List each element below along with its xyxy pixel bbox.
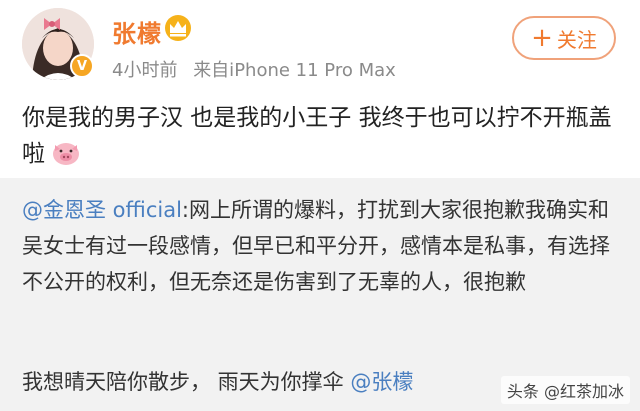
verified-badge: V (70, 54, 94, 78)
follow-button[interactable]: + 关注 (512, 16, 616, 60)
repost-reply: 我想晴天陪你散步， 雨天为你撑伞 @张檬 (22, 366, 413, 396)
pig-emoji-icon (53, 143, 79, 165)
repost-author-mention[interactable]: @金恩圣 official (22, 198, 182, 222)
post-source: 来自iPhone 11 Pro Max (193, 60, 396, 81)
post-text: 你是我的男子汉 也是我的小王子 我终于也可以拧不开瓶盖啦 (22, 105, 612, 167)
reply-text: 我想晴天陪你散步， 雨天为你撑伞 (22, 370, 351, 394)
reply-mention[interactable]: @张檬 (350, 370, 413, 394)
post-time: 4小时前 (112, 60, 178, 81)
follow-label: 关注 (556, 27, 597, 52)
watermark: 头条 @红茶加冰 (500, 376, 630, 404)
post-header: V 张檬 4小时前 来自iPhone 11 Pro Max + 关注 (0, 0, 640, 92)
repost-text-block: @金恩圣 official:网上所谓的爆料，打扰到大家很抱歉我确实和吴女士有过一… (22, 192, 620, 300)
username[interactable]: 张檬 (112, 14, 162, 49)
post-body: 你是我的男子汉 也是我的小王子 我终于也可以拧不开瓶盖啦 (22, 100, 622, 172)
post-meta: 4小时前 来自iPhone 11 Pro Max (112, 56, 406, 82)
crown-icon (165, 15, 191, 41)
plus-icon: + (531, 23, 553, 53)
